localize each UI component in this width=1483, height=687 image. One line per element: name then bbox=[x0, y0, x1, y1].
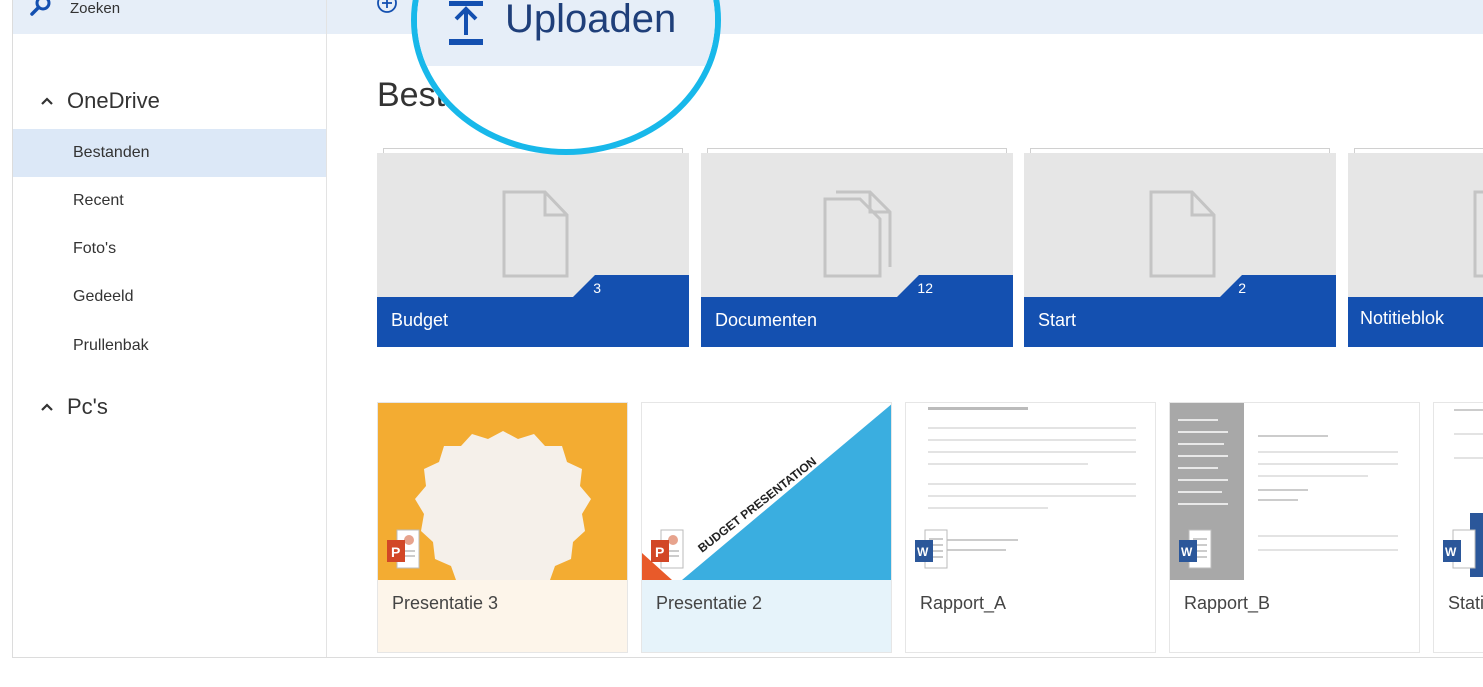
sidebar-item-recent[interactable]: Recent bbox=[13, 177, 326, 225]
folder-count: 3 bbox=[593, 280, 601, 296]
upload-button[interactable]: Uploaden bbox=[417, 0, 715, 66]
sidebar-item-prullenbak[interactable]: Prullenbak bbox=[13, 322, 326, 370]
svg-text:P: P bbox=[391, 544, 400, 560]
document-icon bbox=[1473, 190, 1483, 278]
onedrive-section-toggle[interactable]: OneDrive bbox=[41, 88, 160, 114]
search-box[interactable]: Zoeken bbox=[13, 0, 326, 34]
svg-text:W: W bbox=[917, 545, 929, 559]
search-icon bbox=[30, 0, 51, 16]
file-name: Rapport_A bbox=[920, 593, 1007, 613]
pcs-section-label: Pc's bbox=[67, 394, 108, 419]
sidebar-item-label: Gedeeld bbox=[73, 288, 134, 305]
svg-text:P: P bbox=[655, 544, 664, 560]
file-tile[interactable]: W Rapport_B bbox=[1169, 402, 1420, 653]
folder-tile[interactable]: 3 Budget bbox=[377, 148, 689, 347]
word-icon: W bbox=[1179, 529, 1212, 569]
folder-name: Documenten bbox=[715, 310, 818, 330]
sidebar-item-label: Bestanden bbox=[73, 144, 150, 161]
word-icon: W bbox=[1443, 529, 1476, 569]
plus-circle-icon[interactable] bbox=[376, 0, 398, 14]
file-caption-bg bbox=[642, 580, 891, 652]
sidebar-item-gedeeld[interactable]: Gedeeld bbox=[13, 273, 326, 321]
file-name: Rapport_B bbox=[1184, 593, 1271, 613]
folder-tile[interactable]: 12 Documenten bbox=[701, 148, 1013, 347]
onedrive-section-label: OneDrive bbox=[67, 88, 160, 113]
file-name: Presentatie 3 bbox=[392, 593, 499, 613]
folder-name: Budget bbox=[391, 310, 449, 330]
documents-icon bbox=[823, 190, 892, 278]
file-caption-bg bbox=[378, 580, 627, 652]
folder-tile[interactable]: 2 Start bbox=[1024, 148, 1336, 347]
file-tile[interactable]: W Rapport_A bbox=[905, 402, 1156, 653]
folder-count: 12 bbox=[917, 280, 933, 296]
search-label: Zoeken bbox=[70, 0, 121, 17]
sidebar: Zoeken OneDrive Bestanden Recent Foto's … bbox=[13, 0, 327, 657]
powerpoint-icon: P bbox=[387, 529, 420, 569]
folder-name: Start bbox=[1038, 310, 1077, 330]
chevron-up-icon bbox=[41, 403, 53, 411]
file-name: Statistieken bbox=[1448, 593, 1483, 613]
upload-magnifier: Uploaden bbox=[411, 0, 721, 155]
upload-icon bbox=[449, 1, 483, 45]
chevron-up-icon bbox=[41, 97, 53, 105]
svg-text:W: W bbox=[1181, 545, 1193, 559]
powerpoint-icon: P bbox=[651, 529, 684, 569]
sidebar-item-label: Recent bbox=[73, 192, 124, 209]
document-icon bbox=[502, 190, 569, 278]
document-icon bbox=[1149, 190, 1216, 278]
svg-text:W: W bbox=[1445, 545, 1457, 559]
sidebar-item-bestanden[interactable]: Bestanden bbox=[13, 129, 326, 177]
pcs-section-toggle[interactable]: Pc's bbox=[41, 394, 108, 420]
file-tile[interactable]: BUDGET PRESENTATION P Presentatie 2 bbox=[641, 402, 892, 653]
sidebar-item-label: Prullenbak bbox=[73, 337, 149, 354]
sidebar-item-label: Foto's bbox=[73, 240, 117, 257]
upload-label: Uploaden bbox=[505, 0, 677, 41]
folder-name: Notitieblok bbox=[1360, 308, 1445, 328]
word-icon: W bbox=[915, 529, 948, 569]
file-tile[interactable]: W Statistieken bbox=[1433, 402, 1483, 653]
app-frame: Zoeken OneDrive Bestanden Recent Foto's … bbox=[12, 0, 1483, 658]
folder-count: 2 bbox=[1238, 280, 1246, 296]
sidebar-item-fotos[interactable]: Foto's bbox=[13, 225, 326, 273]
folder-tile[interactable]: Notitieblok bbox=[1348, 148, 1483, 347]
file-tile[interactable]: P Presentatie 3 bbox=[377, 402, 628, 653]
file-name: Presentatie 2 bbox=[656, 593, 763, 613]
